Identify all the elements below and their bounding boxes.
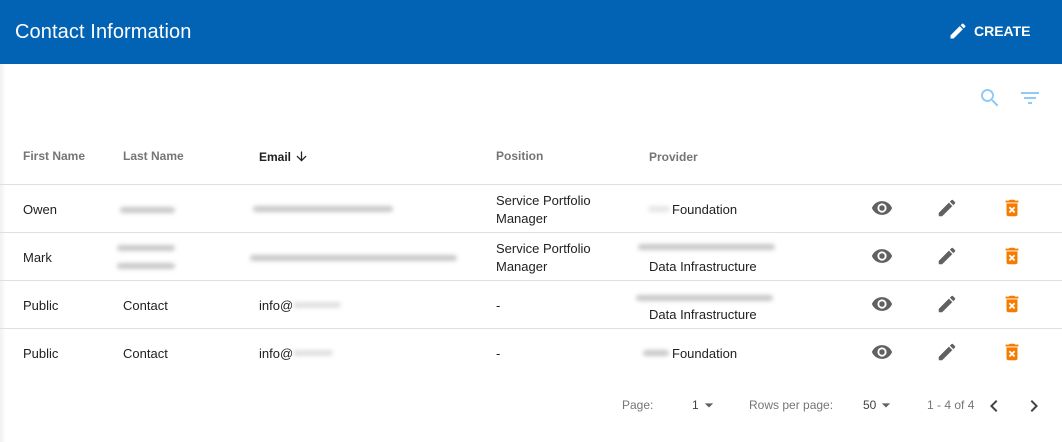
provider-cell: Data Infrastructure — [649, 307, 757, 322]
provider-cell: Foundation — [672, 202, 738, 217]
eye-icon — [871, 297, 893, 311]
app-bar: Contact Information CREATE — [0, 0, 1062, 64]
redacted-text — [643, 350, 669, 356]
email-cell: info@ — [259, 298, 294, 313]
eye-icon — [871, 249, 893, 263]
previous-page-button[interactable] — [982, 394, 1006, 418]
filter-icon — [1021, 92, 1039, 104]
first-name-cell: Owen — [23, 202, 57, 217]
redacted-text — [636, 295, 773, 301]
caret-down-icon — [882, 403, 891, 408]
provider-cell: Foundation — [672, 346, 738, 361]
view-button[interactable] — [871, 293, 893, 315]
edit-button[interactable] — [936, 245, 958, 267]
first-name-cell: Mark — [23, 250, 52, 265]
provider-cell: Data Infrastructure — [649, 259, 757, 274]
view-button[interactable] — [871, 341, 893, 363]
delete-button[interactable] — [1001, 341, 1023, 363]
first-name-cell: Public — [23, 346, 59, 361]
redacted-text — [648, 206, 670, 212]
email-cell: info@ — [259, 346, 294, 361]
delete-forever-icon — [1005, 343, 1019, 361]
position-cell: - — [496, 298, 501, 313]
eye-icon — [871, 345, 893, 359]
column-last-name[interactable]: Last Name — [123, 149, 184, 163]
redacted-text — [293, 350, 333, 356]
pencil-icon — [938, 343, 956, 361]
last-name-cell: Contact — [123, 298, 168, 313]
edit-button[interactable] — [936, 197, 958, 219]
column-email-label: Email — [259, 150, 292, 164]
redacted-text — [117, 263, 175, 269]
page-range: 1 - 4 of 4 — [927, 398, 975, 412]
create-button[interactable]: CREATE — [940, 14, 1041, 48]
edit-button[interactable] — [936, 341, 958, 363]
redacted-text — [293, 302, 341, 308]
page-select[interactable]: 1 — [692, 394, 719, 416]
pencil-icon — [950, 23, 966, 39]
table-row: Public Contact info@ - Foundation — [0, 329, 1062, 376]
next-page-button[interactable] — [1022, 394, 1046, 418]
column-position[interactable]: Position — [496, 149, 543, 163]
create-label: CREATE — [974, 23, 1031, 39]
eye-icon — [871, 201, 893, 215]
first-name-cell: Public — [23, 298, 59, 313]
table-row: Mark Service Portfolio Manager Data Infr… — [0, 233, 1062, 281]
arrow-down-icon — [296, 151, 307, 162]
pencil-icon — [938, 199, 956, 217]
search-icon — [981, 89, 999, 107]
redacted-text — [117, 245, 175, 251]
delete-button[interactable] — [1001, 293, 1023, 315]
delete-forever-icon — [1005, 295, 1019, 313]
delete-forever-icon — [1005, 247, 1019, 265]
position-cell: - — [496, 346, 501, 361]
column-first-name[interactable]: First Name — [23, 149, 85, 163]
chevron-left-icon — [990, 400, 998, 412]
edit-button[interactable] — [936, 293, 958, 315]
rows-per-page-select[interactable]: 50 — [863, 394, 896, 416]
table-header: First Name Last Name Email Position Prov… — [0, 132, 1062, 185]
column-email[interactable]: Email — [259, 149, 309, 164]
delete-button[interactable] — [1001, 245, 1023, 267]
redacted-email — [250, 255, 457, 261]
search-button[interactable] — [978, 86, 1002, 110]
redacted-text — [638, 244, 775, 250]
rows-per-page-label: Rows per page: — [749, 398, 834, 412]
column-provider[interactable]: Provider — [649, 150, 698, 164]
table-row: Owen Service Portfolio Manager Foundatio… — [0, 185, 1062, 233]
pencil-icon — [938, 295, 956, 313]
caret-down-icon — [704, 403, 713, 408]
table-row: Public Contact info@ - Data Infrastructu… — [0, 281, 1062, 329]
position-cell: Service Portfolio Manager — [496, 193, 591, 226]
view-button[interactable] — [871, 197, 893, 219]
pagination: Page: 1 Rows per page: 50 1 - 4 of 4 — [0, 388, 1062, 424]
page-label: Page: — [622, 398, 654, 412]
pencil-icon — [938, 247, 956, 265]
redacted-email — [253, 206, 393, 212]
rows-per-page-value: 50 — [863, 398, 877, 412]
page-value: 1 — [692, 398, 699, 412]
delete-forever-icon — [1005, 199, 1019, 217]
view-button[interactable] — [871, 245, 893, 267]
filter-button[interactable] — [1018, 86, 1042, 110]
last-name-cell: Contact — [123, 346, 168, 361]
delete-button[interactable] — [1001, 197, 1023, 219]
page-title: Contact Information — [15, 21, 192, 43]
position-cell: Service Portfolio Manager — [496, 241, 591, 274]
chevron-right-icon — [1030, 400, 1038, 412]
redacted-text — [120, 207, 175, 213]
